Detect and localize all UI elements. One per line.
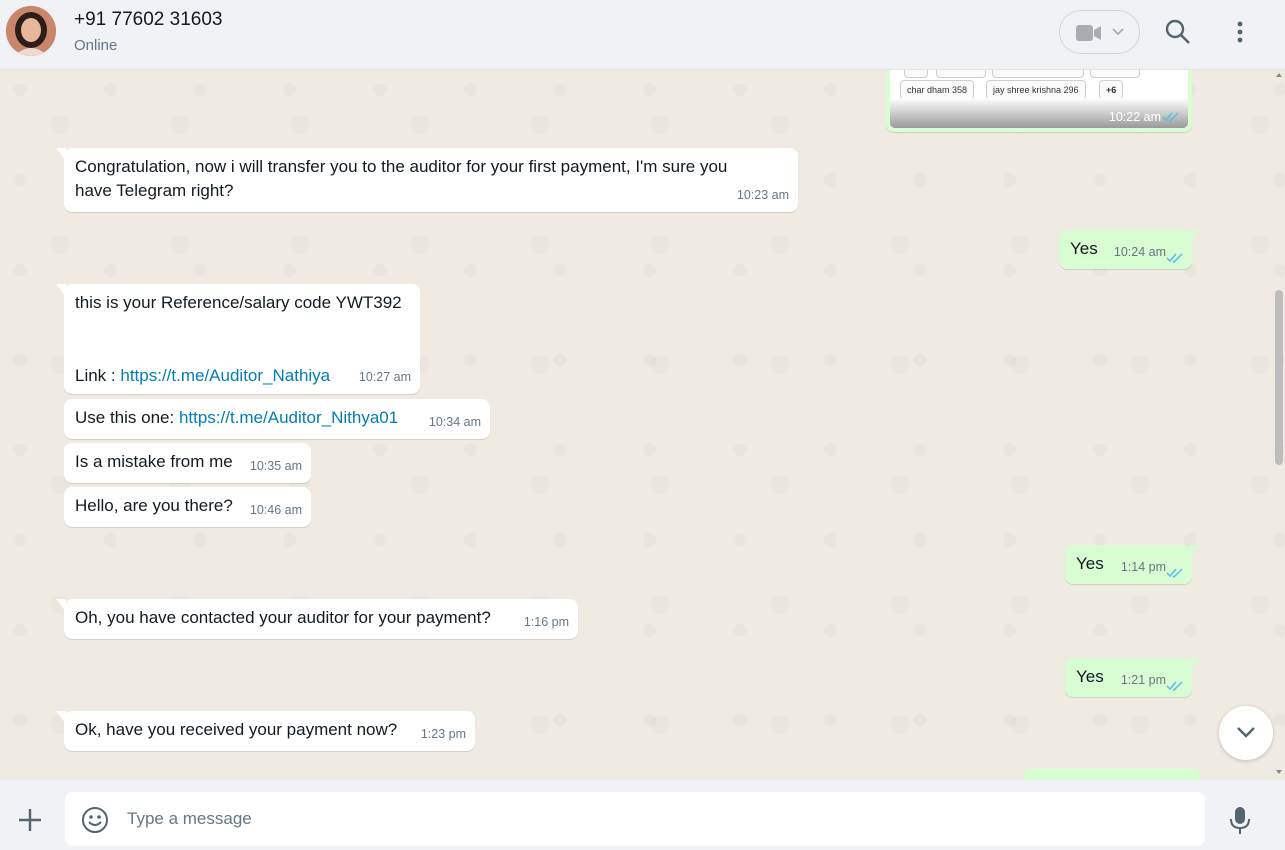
message-time: 10:24 am [1113, 245, 1166, 259]
image-message[interactable]: char dham 358 jay shree krishna 296 +6 1… [886, 70, 1192, 132]
double-check-icon [1166, 681, 1183, 691]
menu-button[interactable] [1228, 18, 1252, 46]
message-time: 10:34 am [428, 415, 481, 429]
message-text: Yes [1076, 667, 1104, 686]
image-chip: +6 [1099, 80, 1124, 100]
message-text: Oh, you have contacted your auditor for … [75, 608, 491, 627]
message-time: 10:22 am [1108, 110, 1161, 124]
incoming-message[interactable]: Use this one: https://t.me/Auditor_Nithy… [64, 399, 490, 439]
outgoing-message[interactable]: Yes 1:14 pm [1065, 545, 1200, 584]
outgoing-message[interactable]: Yes 10:24 am [1059, 230, 1200, 269]
message-text: Is a mistake from me [75, 452, 233, 471]
search-icon [1165, 19, 1190, 44]
link-prefix: Link : [75, 366, 121, 385]
chevron-down-icon [1237, 727, 1255, 738]
contact-avatar[interactable] [6, 6, 56, 56]
message-time: 10:46 am [249, 503, 302, 517]
message-time: 1:21 pm [1120, 673, 1166, 687]
double-check-icon [1166, 568, 1183, 578]
telegram-link[interactable]: https://t.me/Auditor_Nathiya [120, 366, 330, 385]
emoji-icon [82, 807, 108, 833]
double-check-icon [1162, 112, 1179, 122]
message-time: 10:23 am [736, 188, 789, 202]
message-input[interactable] [127, 792, 1187, 846]
double-check-icon [1166, 253, 1183, 263]
avatar-photo-icon [6, 6, 56, 56]
emoji-button[interactable] [81, 806, 109, 834]
message-list[interactable]: char dham 358 jay shree krishna 296 +6 1… [0, 70, 1285, 780]
message-text: Yes [1070, 239, 1098, 258]
image-chip: jay shree krishna 296 [986, 80, 1086, 100]
voice-message-button[interactable] [1228, 806, 1252, 836]
incoming-message[interactable]: Ok, have you received your payment now? … [56, 711, 475, 751]
incoming-message[interactable]: this is your Reference/salary code YWT39… [56, 284, 420, 394]
message-time: 10:27 am [358, 370, 411, 384]
contact-status: Online [74, 37, 118, 54]
incoming-message[interactable]: Hello, are you there? 10:46 am [64, 487, 311, 527]
message-time: 1:23 pm [420, 727, 466, 741]
message-text: Yes [1076, 554, 1104, 573]
message-text: Congratulation, now i will transfer you … [75, 157, 728, 200]
incoming-message[interactable]: Oh, you have contacted your auditor for … [56, 599, 578, 639]
scroll-to-bottom-button[interactable] [1219, 706, 1273, 760]
video-call-button[interactable] [1059, 10, 1140, 54]
outgoing-message[interactable]: Yes 1:21 pm [1065, 658, 1200, 697]
message-time: 10:35 am [249, 459, 302, 473]
chat-header: +91 77602 31603 Online [0, 0, 1285, 70]
shared-image: char dham 358 jay shree krishna 296 +6 1… [890, 70, 1188, 128]
search-button[interactable] [1164, 18, 1192, 46]
composer-bar [0, 780, 1285, 850]
message-time: 1:16 pm [523, 615, 569, 629]
outgoing-message[interactable] [1024, 768, 1200, 780]
scroll-up-arrow[interactable] [1276, 73, 1282, 77]
telegram-link[interactable]: https://t.me/Auditor_Nithya01 [179, 408, 398, 427]
message-composer [65, 792, 1205, 846]
message-link-line: Link : https://t.me/Auditor_Nathiya [75, 364, 330, 388]
chat-scrollbar[interactable] [1275, 290, 1283, 465]
message-text: Ok, have you received your payment now? [75, 720, 398, 739]
message-time: 1:14 pm [1120, 560, 1166, 574]
chevron-down-icon [1112, 28, 1124, 36]
message-text: Hello, are you there? [75, 496, 233, 515]
message-link-line: Use this one: https://t.me/Auditor_Nithy… [75, 406, 398, 430]
image-chip: char dham 358 [900, 80, 975, 100]
plus-icon [19, 809, 41, 831]
incoming-message[interactable]: Is a mistake from me 10:35 am [64, 443, 311, 483]
message-text: Use this one: [75, 408, 179, 427]
video-camera-icon [1076, 25, 1101, 41]
contact-name[interactable]: +91 77602 31603 [74, 9, 222, 31]
incoming-message[interactable]: Congratulation, now i will transfer you … [56, 148, 798, 212]
more-vertical-icon [1237, 21, 1243, 43]
message-text: this is your Reference/salary code YWT39… [75, 293, 402, 312]
attach-button[interactable] [16, 806, 44, 834]
scroll-down-arrow[interactable] [1276, 770, 1282, 774]
microphone-icon [1230, 807, 1250, 834]
